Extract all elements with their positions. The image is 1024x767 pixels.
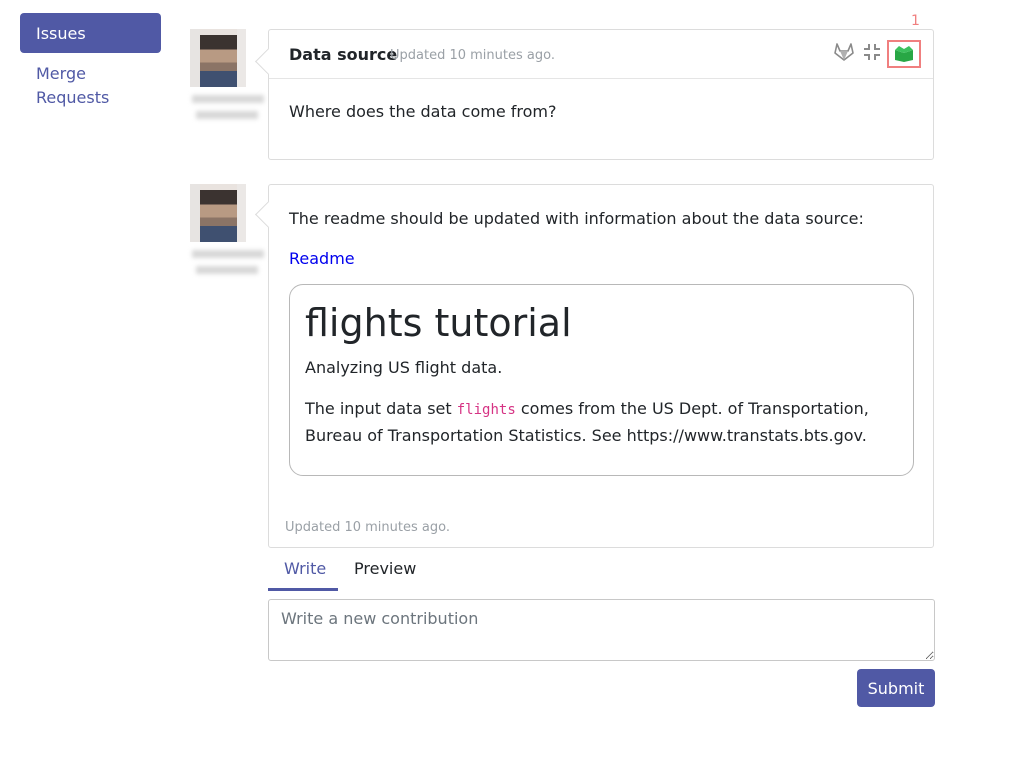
sidebar-item-merge-requests[interactable]: Merge Requests xyxy=(36,62,146,110)
contribution-input[interactable] xyxy=(268,599,935,661)
sidebar-item-label: Merge Requests xyxy=(36,64,110,107)
readme-text: The input data set flights comes from th… xyxy=(305,399,869,445)
comment-updated: Updated 10 minutes ago. xyxy=(390,48,555,63)
sidebar-item-label: Issues xyxy=(36,23,86,43)
comment-body: Where does the data come from? xyxy=(289,102,557,121)
comment-title: Data source xyxy=(289,45,398,64)
readme-title: flights tutorial xyxy=(305,301,572,345)
comment-updated: Updated 10 minutes ago. xyxy=(285,520,450,535)
avatar xyxy=(190,29,268,121)
comment-header: Data source Updated 10 minutes ago. xyxy=(269,30,933,79)
gitlab-icon[interactable] xyxy=(832,40,856,64)
comment-card: Data source Updated 10 minutes ago. Wher… xyxy=(268,29,934,160)
active-tab-indicator xyxy=(268,588,338,591)
readme-subtitle: Analyzing US flight data. xyxy=(305,358,503,377)
sidebar-item-issues[interactable]: Issues xyxy=(20,13,161,53)
open-box-icon[interactable] xyxy=(887,40,921,68)
action-badge-number: 1 xyxy=(911,13,920,29)
readme-link[interactable]: Readme xyxy=(289,249,355,268)
comment-card: The readme should be updated with inform… xyxy=(268,184,934,548)
readme-preview: flights tutorial Analyzing US flight dat… xyxy=(289,284,914,476)
submit-button[interactable]: Submit xyxy=(857,669,935,707)
tab-write[interactable]: Write xyxy=(284,559,326,578)
collapse-icon[interactable] xyxy=(860,40,884,64)
inline-code: flights xyxy=(456,402,516,418)
avatar xyxy=(190,184,268,276)
comment-body: The readme should be updated with inform… xyxy=(289,209,864,228)
tab-preview[interactable]: Preview xyxy=(354,559,416,578)
